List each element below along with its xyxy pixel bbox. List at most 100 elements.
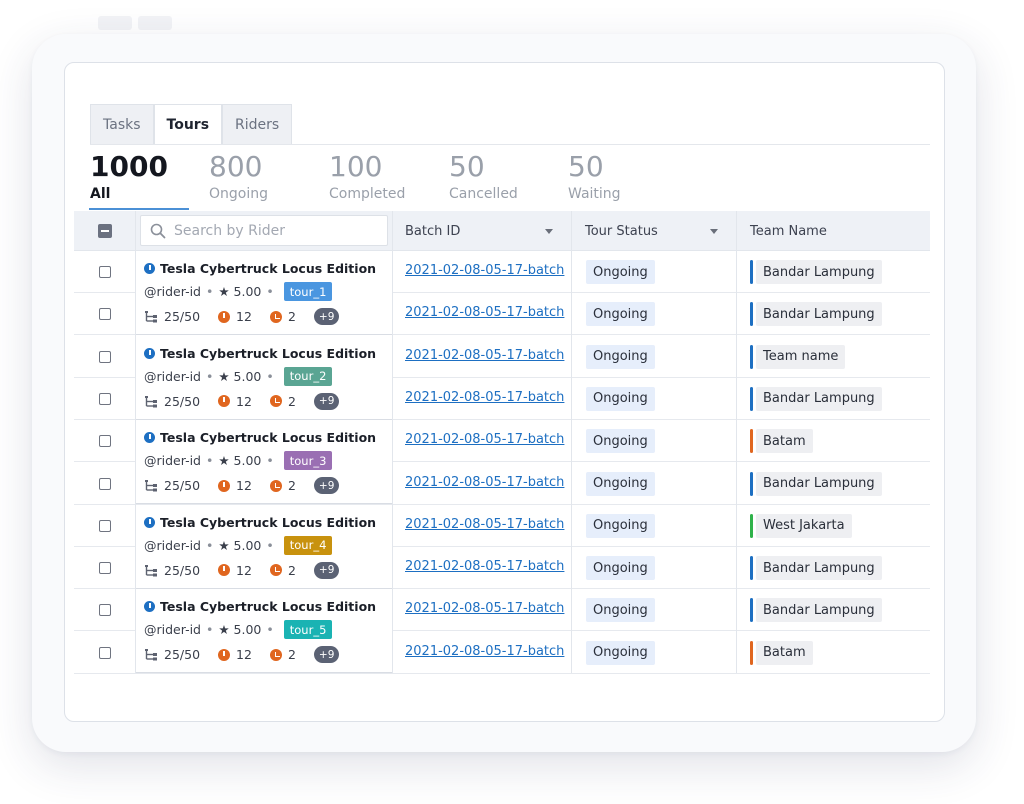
row-checkbox[interactable]	[99, 350, 111, 363]
tour-card[interactable]: Tesla Cybertruck Locus Edition @rider-id…	[136, 335, 392, 420]
team-color-bar	[750, 302, 753, 327]
stat-completed[interactable]: 100 Completed	[329, 150, 405, 203]
late-metric: 2	[269, 394, 296, 409]
more-badge[interactable]: +9	[313, 561, 340, 579]
clock-icon	[269, 564, 282, 577]
clock-icon	[269, 310, 282, 323]
alerts-count: 12	[236, 562, 252, 578]
stat-count: 1000	[90, 150, 168, 183]
batch-id-link[interactable]: 2021-02-08-05-17-batch	[405, 517, 564, 532]
team-color-bar	[750, 386, 753, 411]
team-chip: Bandar Lampung	[756, 471, 882, 496]
row-checkbox[interactable]	[99, 646, 111, 659]
batch-id-link[interactable]: 2021-02-08-05-17-batch	[405, 559, 564, 574]
stat-ongoing[interactable]: 800 Ongoing	[209, 151, 268, 203]
tour-tag: tour_5	[283, 620, 333, 640]
tab-tasks[interactable]: Tasks	[90, 104, 154, 144]
row-checkbox[interactable]	[99, 477, 111, 490]
stat-count: 50	[568, 150, 604, 183]
status-badge: Ongoing	[586, 386, 655, 411]
column-tour-status[interactable]: Tour Status	[585, 211, 658, 251]
row-checkbox[interactable]	[99, 266, 111, 278]
stat-count: 100	[329, 150, 383, 183]
more-badge[interactable]: +9	[313, 646, 340, 664]
batch-id-link[interactable]: 2021-02-08-05-17-batch	[405, 475, 564, 490]
batch-id-link[interactable]: 2021-02-08-05-17-batch	[405, 432, 564, 447]
team-color-bar	[750, 598, 753, 623]
column-divider	[571, 211, 572, 673]
tab-tours[interactable]: Tours	[153, 104, 223, 144]
status-badge: Ongoing	[586, 640, 655, 665]
tour-card[interactable]: Tesla Cybertruck Locus Edition @rider-id…	[136, 420, 392, 505]
tour-title: Tesla Cybertruck Locus Edition	[144, 261, 376, 276]
tour-card[interactable]: Tesla Cybertruck Locus Edition @rider-id…	[136, 504, 392, 589]
separator-dot: •	[206, 284, 214, 299]
tab-riders[interactable]: Riders	[222, 104, 293, 144]
tasks-count: 25/50	[164, 647, 201, 663]
status-badge: Ongoing	[586, 513, 655, 538]
more-badge[interactable]: +9	[313, 477, 340, 495]
separator-dot: •	[206, 453, 214, 469]
tour-card[interactable]: Tesla Cybertruck Locus Edition @rider-id…	[136, 251, 392, 335]
row-checkbox[interactable]	[99, 519, 111, 532]
alerts-metric: 12	[218, 563, 252, 578]
separator-dot: •	[266, 622, 274, 638]
tour-metrics: 25/50 12 2 +9	[144, 561, 340, 579]
tour-metrics: 25/50 12 2 +9	[144, 477, 340, 495]
rider-meta: @rider-id • ★ 5.00 • tour_1	[144, 282, 333, 301]
column-team-name[interactable]: Team Name	[750, 211, 827, 251]
batch-id-link[interactable]: 2021-02-08-05-17-batch	[405, 263, 564, 278]
separator-dot: •	[266, 453, 274, 469]
late-count: 2	[287, 562, 296, 578]
team-chip: Bandar Lampung	[756, 386, 882, 411]
more-badge[interactable]: +9	[313, 308, 340, 325]
rider-id: @rider-id	[144, 368, 201, 384]
batch-id-link[interactable]: 2021-02-08-05-17-batch	[405, 644, 564, 659]
tour-metrics: 25/50 12 2 +9	[144, 646, 340, 664]
team-color-bar	[750, 344, 753, 369]
tour-tag: tour_2	[283, 366, 333, 386]
stat-all[interactable]: 1000 All	[90, 150, 168, 203]
tasks-metric: 25/50	[144, 563, 200, 578]
rider-search[interactable]	[140, 215, 388, 246]
column-batch-id[interactable]: Batch ID	[405, 211, 460, 251]
row-checkbox[interactable]	[99, 604, 111, 617]
team-chip: Bandar Lampung	[756, 556, 882, 581]
batch-id-link[interactable]: 2021-02-08-05-17-batch	[405, 305, 564, 320]
chevron-down-icon[interactable]	[710, 229, 718, 234]
search-input[interactable]	[172, 221, 376, 240]
row-checkbox[interactable]	[99, 435, 111, 448]
tour-tag: tour_1	[283, 282, 333, 301]
stat-cancelled[interactable]: 50 Cancelled	[449, 151, 518, 203]
stat-label: Cancelled	[449, 186, 518, 202]
rider-rating: ★ 5.00	[218, 537, 262, 553]
team-color-bar	[750, 640, 753, 665]
row-checkbox[interactable]	[99, 392, 111, 405]
tasks-metric: 25/50	[144, 478, 200, 493]
vehicle-name: Tesla Cybertruck Locus Edition	[160, 261, 377, 276]
row-checkbox[interactable]	[99, 308, 111, 321]
team-chip: Team name	[756, 344, 846, 369]
background-tab	[138, 16, 172, 30]
search-icon	[150, 223, 166, 238]
clock-icon	[269, 479, 282, 492]
batch-id-link[interactable]: 2021-02-08-05-17-batch	[405, 348, 564, 363]
route-tree-icon	[145, 395, 157, 408]
more-badge[interactable]: +9	[313, 392, 340, 410]
tour-card[interactable]: Tesla Cybertruck Locus Edition @rider-id…	[136, 589, 392, 674]
alerts-metric: 12	[218, 394, 252, 409]
rider-rating: ★ 5.00	[218, 368, 262, 384]
batch-id-link[interactable]: 2021-02-08-05-17-batch	[405, 601, 564, 616]
tasks-metric: 25/50	[144, 394, 200, 409]
tour-title: Tesla Cybertruck Locus Edition	[144, 346, 376, 361]
batch-id-link[interactable]: 2021-02-08-05-17-batch	[405, 390, 564, 405]
status-badge: Ongoing	[586, 344, 655, 369]
stat-waiting[interactable]: 50 Waiting	[568, 150, 621, 203]
view-tabs: Tasks Tours Riders	[90, 104, 293, 144]
chevron-down-icon[interactable]	[545, 229, 553, 234]
tour-title: Tesla Cybertruck Locus Edition	[144, 515, 376, 530]
select-all-checkbox[interactable]	[98, 224, 112, 238]
row-checkbox[interactable]	[99, 562, 111, 575]
alert-icon	[218, 564, 231, 577]
alert-icon	[218, 479, 231, 492]
